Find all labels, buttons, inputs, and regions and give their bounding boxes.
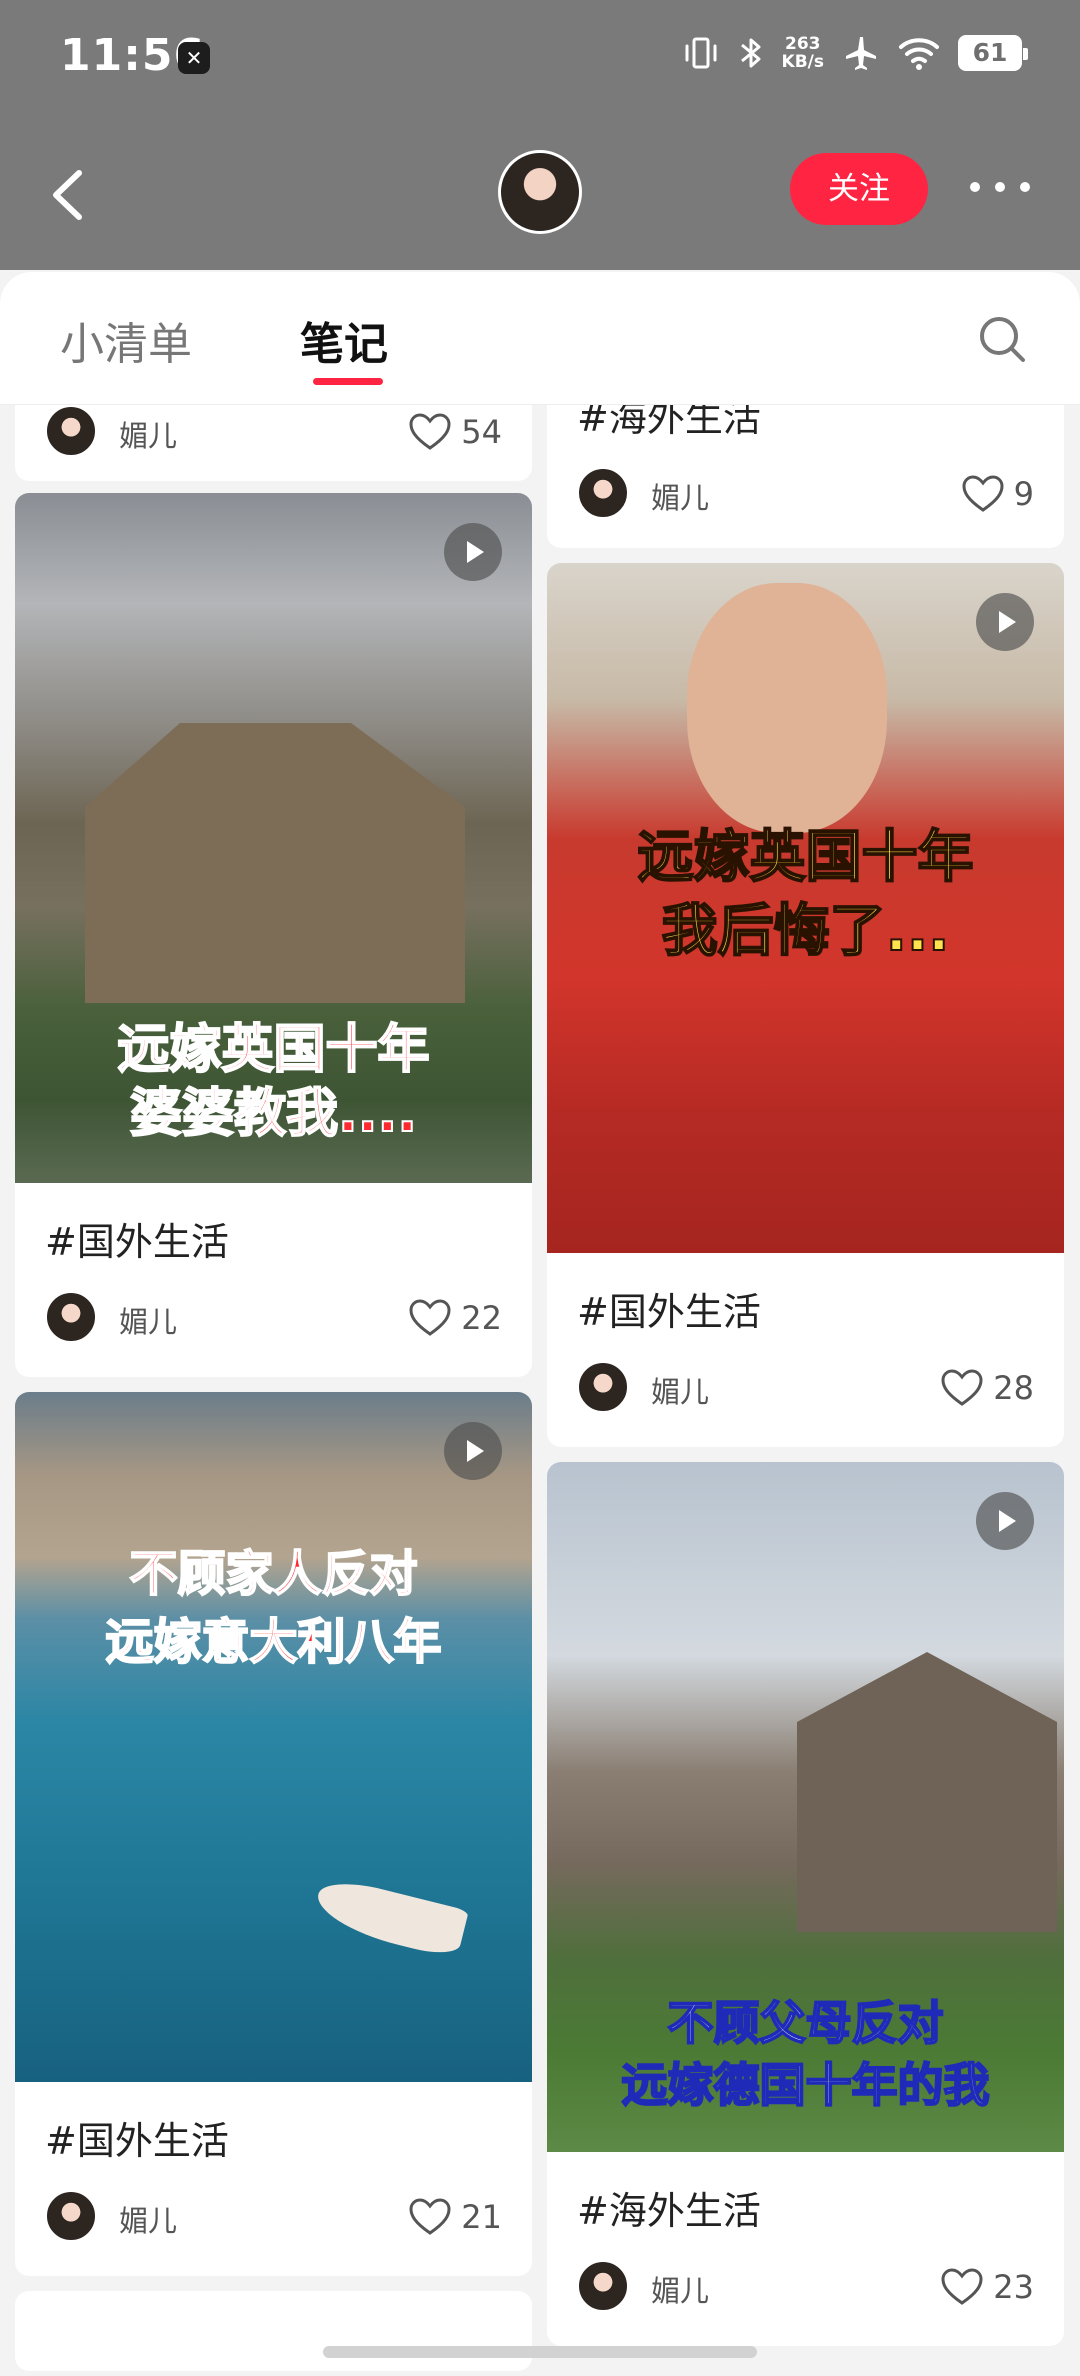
network-speed-value: 263 bbox=[785, 34, 821, 54]
author-name[interactable]: 媚儿 bbox=[651, 2268, 709, 2310]
author-avatar[interactable] bbox=[577, 467, 629, 519]
heart-icon[interactable] bbox=[941, 2268, 983, 2306]
note-meta: 媚儿 21 bbox=[45, 2190, 502, 2246]
battery-indicator: 61 bbox=[958, 35, 1028, 71]
author-name[interactable]: 媚儿 bbox=[119, 1299, 177, 1341]
like-count-value: 21 bbox=[461, 2198, 502, 2236]
note-title[interactable]: #国外生活 bbox=[577, 1281, 761, 1336]
note-title[interactable]: #海外生活 bbox=[577, 2180, 761, 2235]
profile-header: 关注 bbox=[0, 120, 1080, 270]
author-avatar[interactable] bbox=[45, 1291, 97, 1343]
wifi-icon bbox=[899, 38, 939, 70]
author-name[interactable]: 媚儿 bbox=[651, 475, 709, 517]
tab-list[interactable]: 小清单 bbox=[60, 308, 192, 372]
heart-icon[interactable] bbox=[409, 1299, 451, 1337]
search-icon[interactable] bbox=[975, 312, 1029, 366]
like-count[interactable]: 23 bbox=[941, 2268, 1034, 2306]
heart-icon[interactable] bbox=[941, 1369, 983, 1407]
back-icon[interactable] bbox=[44, 167, 94, 223]
note-meta: 媚儿 22 bbox=[45, 1291, 502, 1347]
note-meta: 媚儿 54 bbox=[45, 405, 502, 461]
author-name[interactable]: 媚儿 bbox=[119, 413, 177, 455]
note-meta: 媚儿 9 bbox=[577, 467, 1034, 523]
notification-icon: ✕ bbox=[178, 42, 210, 74]
status-icons: 263 KB/s 61 bbox=[682, 34, 1028, 72]
cover-caption: 远嫁英国十年 婆婆教我.... bbox=[15, 1018, 532, 1146]
like-count[interactable]: 54 bbox=[409, 413, 502, 451]
note-card[interactable]: 不顾家人反对 远嫁意大利八年 #国外生活 媚儿 21 bbox=[15, 1392, 532, 2276]
network-speed: 263 KB/s bbox=[782, 35, 824, 71]
heart-icon[interactable] bbox=[409, 413, 451, 451]
note-meta: 媚儿 23 bbox=[577, 2260, 1034, 2316]
cover-caption-line2: 远嫁意大利八年 bbox=[104, 1613, 442, 1671]
video-play-icon bbox=[444, 523, 502, 581]
tab-notes[interactable]: 笔记 bbox=[300, 308, 388, 372]
note-title[interactable]: #国外生活 bbox=[45, 1211, 229, 1266]
more-options-icon[interactable] bbox=[970, 170, 1030, 204]
note-meta: 媚儿 28 bbox=[577, 1361, 1034, 1417]
cover-caption-line2: 远嫁德国十年的我 bbox=[621, 2057, 991, 2113]
tab-bar: 小清单 笔记 bbox=[0, 272, 1080, 405]
video-play-icon bbox=[976, 593, 1034, 651]
cover-caption-line1: 远嫁英国十年 bbox=[116, 1019, 430, 1081]
like-count[interactable]: 9 bbox=[962, 475, 1034, 513]
cover-caption: 不顾家人反对 远嫁意大利八年 bbox=[15, 1540, 532, 1676]
note-card[interactable]: 远嫁英国十年 婆婆教我.... #国外生活 媚儿 22 bbox=[15, 493, 532, 1377]
note-card-partial[interactable] bbox=[15, 2291, 532, 2371]
airplane-icon bbox=[846, 37, 876, 70]
like-count-value: 28 bbox=[993, 1369, 1034, 1407]
note-card[interactable]: 远嫁英国十年 我后悔了... #国外生活 媚儿 28 bbox=[547, 563, 1064, 1447]
bluetooth-icon bbox=[740, 38, 761, 68]
like-count[interactable]: 21 bbox=[409, 2198, 502, 2236]
video-play-icon bbox=[444, 1422, 502, 1480]
heart-icon[interactable] bbox=[962, 475, 1004, 513]
like-count-value: 54 bbox=[461, 413, 502, 451]
note-thumbnail[interactable]: 远嫁英国十年 我后悔了... bbox=[547, 563, 1064, 1253]
cover-caption: 不顾父母反对 远嫁德国十年的我 bbox=[547, 1992, 1064, 2116]
author-name[interactable]: 媚儿 bbox=[119, 2198, 177, 2240]
video-play-icon bbox=[976, 1492, 1034, 1550]
active-tab-indicator bbox=[313, 378, 383, 385]
home-indicator[interactable] bbox=[323, 2346, 757, 2358]
note-thumbnail[interactable]: 不顾家人反对 远嫁意大利八年 bbox=[15, 1392, 532, 2082]
note-card[interactable]: 不顾父母反对 远嫁德国十年的我 #海外生活 媚儿 23 bbox=[547, 1462, 1064, 2346]
heart-icon[interactable] bbox=[409, 2198, 451, 2236]
author-avatar[interactable] bbox=[577, 1361, 629, 1413]
cover-caption: 远嫁英国十年 我后悔了... bbox=[547, 821, 1064, 969]
cover-caption-line1: 不顾父母反对 bbox=[667, 1995, 945, 2051]
cover-caption-line2: 我后悔了... bbox=[661, 898, 951, 965]
like-count-value: 22 bbox=[461, 1299, 502, 1337]
note-thumbnail[interactable]: 不顾父母反对 远嫁德国十年的我 bbox=[547, 1462, 1064, 2152]
note-title[interactable]: #国外生活 bbox=[45, 2110, 229, 2165]
author-avatar[interactable] bbox=[45, 405, 97, 457]
follow-button[interactable]: 关注 bbox=[790, 153, 928, 225]
cover-caption-line1: 远嫁英国十年 bbox=[637, 824, 975, 891]
cover-caption-line1: 不顾家人反对 bbox=[128, 1545, 418, 1603]
like-count-value: 9 bbox=[1013, 475, 1034, 513]
profile-avatar[interactable] bbox=[498, 150, 582, 234]
cover-caption-line2: 婆婆教我.... bbox=[129, 1083, 418, 1145]
vibrate-icon bbox=[685, 37, 717, 69]
like-count-value: 23 bbox=[993, 2268, 1034, 2306]
like-count[interactable]: 22 bbox=[409, 1299, 502, 1337]
author-name[interactable]: 媚儿 bbox=[651, 1369, 709, 1411]
content-sheet: 小清单 笔记 媚儿 54 远嫁英国十年 婆婆教我.... #国外生活 媚儿 22… bbox=[0, 272, 1080, 2376]
author-avatar[interactable] bbox=[577, 2260, 629, 2312]
note-thumbnail[interactable]: 远嫁英国十年 婆婆教我.... bbox=[15, 493, 532, 1183]
like-count[interactable]: 28 bbox=[941, 1369, 1034, 1407]
author-avatar[interactable] bbox=[45, 2190, 97, 2242]
status-bar: 11:56 ✕ 263 KB/s 61 bbox=[0, 0, 1080, 120]
network-speed-unit: KB/s bbox=[781, 52, 824, 72]
